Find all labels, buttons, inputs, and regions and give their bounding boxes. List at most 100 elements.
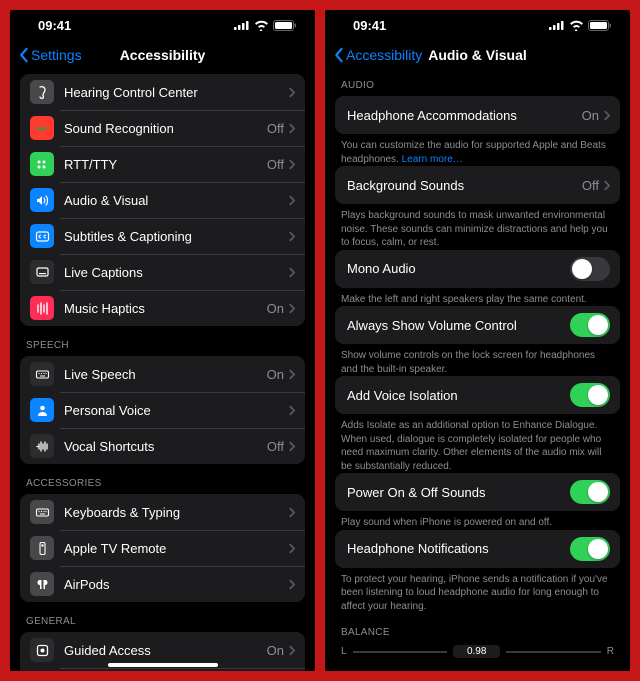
settings-row[interactable]: Live SpeechOn <box>20 356 305 392</box>
settings-row[interactable]: Apple TV Remote <box>20 530 305 566</box>
chevron-right-icon <box>288 441 295 452</box>
row-label: Apple TV Remote <box>64 541 288 556</box>
settings-list[interactable]: AUDIOHeadphone AccommodationsOnYou can c… <box>325 70 630 671</box>
row-label: Live Speech <box>64 367 267 382</box>
row-label: Power On & Off Sounds <box>347 485 570 500</box>
toggle-switch[interactable] <box>570 257 610 281</box>
chevron-right-icon <box>288 159 295 170</box>
row-label: Sound Recognition <box>64 121 267 136</box>
balance-left-label: L <box>341 646 347 657</box>
back-button[interactable]: Accessibility <box>333 47 422 63</box>
section-header: GENERAL <box>20 602 305 632</box>
slider-track[interactable] <box>353 651 447 653</box>
row-label: AirPods <box>64 577 288 592</box>
row-label: Personal Voice <box>64 403 288 418</box>
balance-value: 0.98 <box>453 645 500 658</box>
row-label: Music Haptics <box>64 301 267 316</box>
toggle-switch[interactable] <box>570 313 610 337</box>
settings-row[interactable]: Hearing Control Center <box>20 74 305 110</box>
status-time: 09:41 <box>353 18 386 33</box>
row-label: Audio & Visual <box>64 193 288 208</box>
chevron-right-icon <box>288 303 295 314</box>
row-value: On <box>582 108 599 123</box>
row-label: Background Sounds <box>347 178 582 193</box>
section-header: SPEECH <box>20 326 305 356</box>
cellular-icon <box>549 20 565 30</box>
nav-bar: Accessibility Audio & Visual <box>325 40 630 70</box>
settings-group: Keyboards & Typing Apple TV Remote AirPods <box>20 494 305 602</box>
settings-row[interactable]: Audio & Visual <box>20 182 305 218</box>
section-footer: Plays background sounds to mask unwanted… <box>335 204 620 250</box>
status-bar: 09:41 <box>10 10 315 40</box>
row-label: Always Show Volume Control <box>347 318 570 333</box>
section-footer: Adds Isolate as an additional option to … <box>335 414 620 473</box>
settings-row[interactable]: Add Voice Isolation <box>335 376 620 414</box>
status-bar: 09:41 <box>325 10 630 40</box>
person-icon <box>30 398 54 422</box>
back-label: Settings <box>31 47 82 63</box>
settings-row[interactable]: Background SoundsOff <box>335 166 620 204</box>
toggle-switch[interactable] <box>570 383 610 407</box>
settings-row[interactable]: RTT/TTYOff <box>20 146 305 182</box>
row-label: Live Captions <box>64 265 288 280</box>
row-value: On <box>267 301 284 316</box>
back-button[interactable]: Settings <box>18 47 82 63</box>
cellular-icon <box>234 20 250 30</box>
battery-icon <box>273 20 297 31</box>
settings-group: Background SoundsOff <box>335 166 620 204</box>
settings-row[interactable]: Live Captions <box>20 254 305 290</box>
settings-group: Add Voice Isolation <box>335 376 620 414</box>
settings-row[interactable]: Subtitles & Captioning <box>20 218 305 254</box>
balance-slider[interactable]: L0.98R <box>335 643 620 658</box>
section-footer: Make the left and right speakers play th… <box>335 288 620 307</box>
settings-row[interactable]: Assistive Access <box>20 668 305 671</box>
row-label: Add Voice Isolation <box>347 388 570 403</box>
settings-row[interactable]: Sound RecognitionOff <box>20 110 305 146</box>
row-label: Guided Access <box>64 643 267 658</box>
home-indicator[interactable] <box>108 663 218 667</box>
settings-row[interactable]: Vocal ShortcutsOff <box>20 428 305 464</box>
learn-more-link[interactable]: Learn more… <box>402 154 463 165</box>
chevron-right-icon <box>288 123 295 134</box>
nav-bar: Settings Accessibility <box>10 40 315 70</box>
toggle-switch[interactable] <box>570 537 610 561</box>
section-header: ACCESSORIES <box>20 464 305 494</box>
settings-group: Headphone Notifications <box>335 530 620 568</box>
settings-row[interactable]: Personal Voice <box>20 392 305 428</box>
settings-row[interactable]: Power On & Off Sounds <box>335 473 620 511</box>
chevron-right-icon <box>288 645 295 656</box>
haptic-icon <box>30 296 54 320</box>
chevron-right-icon <box>288 405 295 416</box>
speaker-icon <box>30 188 54 212</box>
section-header: AUDIO <box>335 74 620 96</box>
row-label: Hearing Control Center <box>64 85 288 100</box>
wifi-icon <box>254 20 269 31</box>
settings-list[interactable]: Hearing Control CenterSound RecognitionO… <box>10 70 315 671</box>
settings-row[interactable]: AirPods <box>20 566 305 602</box>
settings-group: Hearing Control CenterSound RecognitionO… <box>20 74 305 326</box>
keyb-icon <box>30 500 54 524</box>
slider-track[interactable] <box>506 651 600 653</box>
chevron-right-icon <box>288 579 295 590</box>
wave-icon <box>30 116 54 140</box>
keyb-icon <box>30 362 54 386</box>
chevron-right-icon <box>288 87 295 98</box>
settings-group: Always Show Volume Control <box>335 306 620 344</box>
accessibility-screen: 09:41 Settings Accessibility Hearing Con… <box>10 10 315 671</box>
toggle-switch[interactable] <box>570 480 610 504</box>
remote-icon <box>30 536 54 560</box>
chevron-right-icon <box>603 110 610 121</box>
settings-group: Mono Audio <box>335 250 620 288</box>
settings-row[interactable]: Keyboards & Typing <box>20 494 305 530</box>
settings-row[interactable]: Mono Audio <box>335 250 620 288</box>
settings-row[interactable]: Always Show Volume Control <box>335 306 620 344</box>
chevron-left-icon <box>18 47 29 63</box>
settings-row[interactable]: Headphone AccommodationsOn <box>335 96 620 134</box>
settings-row[interactable]: Music HapticsOn <box>20 290 305 326</box>
row-value: On <box>267 643 284 658</box>
audio-visual-screen: 09:41 Accessibility Audio & Visual AUDIO… <box>325 10 630 671</box>
settings-row[interactable]: Headphone Notifications <box>335 530 620 568</box>
chevron-right-icon <box>288 195 295 206</box>
chevron-left-icon <box>333 47 344 63</box>
battery-icon <box>588 20 612 31</box>
